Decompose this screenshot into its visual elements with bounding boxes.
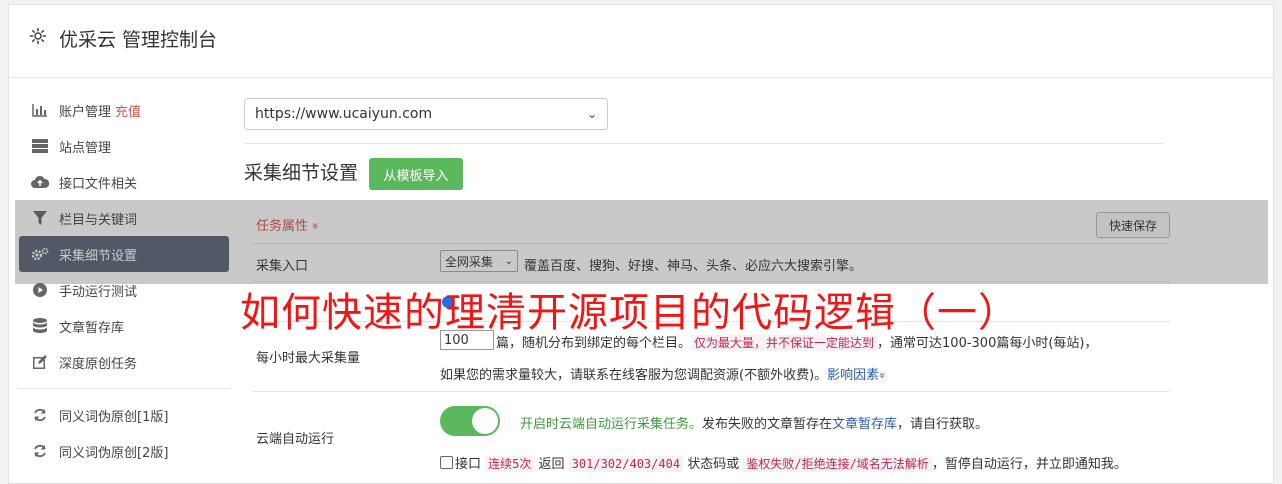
sidebar-item-deep-original[interactable]: 深度原创任务 — [19, 344, 229, 380]
pause-option: 接口 连续5次 返回 301/302/403/404 状态码或 鉴权失败/拒绝连… — [440, 453, 1127, 472]
article-title-overlay: 如何快速的理清开源项目的代码逻辑（一） — [240, 290, 1019, 336]
chevron-down-icon: » — [876, 372, 890, 379]
sidebar-item-sites[interactable]: 站点管理 — [19, 128, 229, 164]
sidebar-item-label: 深度原创任务 — [59, 356, 138, 372]
refresh-icon — [31, 407, 49, 423]
chevron-down-icon: ⌄ — [586, 107, 597, 121]
sidebar-item-label: 账户管理 — [59, 104, 112, 120]
impact-factors-link[interactable]: 影响因素» — [827, 368, 890, 383]
gear-icon — [29, 27, 47, 45]
server-icon — [31, 138, 49, 154]
sidebar-item-label: 站点管理 — [59, 140, 112, 156]
dim-overlay — [15, 200, 1268, 284]
recharge-link[interactable]: 充值 — [115, 101, 141, 120]
bar-chart-icon — [31, 102, 49, 118]
header: 优采云 管理控制台 — [9, 5, 1273, 78]
toggle-knob — [472, 408, 498, 434]
sidebar-item-synonym-v1[interactable]: 同义词伪原创[1版] — [19, 397, 229, 433]
pause-checkbox[interactable] — [440, 456, 453, 469]
cloud-upload-icon — [31, 174, 49, 190]
hourly-limit-label: 每小时最大采集量 — [256, 351, 361, 366]
divider — [244, 143, 1164, 144]
page-title: 优采云 管理控制台 — [59, 29, 218, 51]
sidebar-item-article-storage[interactable]: 文章暂存库 — [19, 308, 229, 344]
sidebar-item-account[interactable]: 账户管理 充值 — [19, 92, 229, 128]
database-icon — [31, 318, 49, 334]
article-storage-link[interactable]: 文章暂存库 — [832, 417, 897, 432]
site-select-value: https://www.ucaiyun.com — [255, 106, 433, 122]
sidebar-item-label: 文章暂存库 — [59, 320, 125, 336]
cloud-run-toggle[interactable] — [440, 406, 500, 436]
sidebar-item-interface-files[interactable]: 接口文件相关 — [19, 164, 229, 200]
edit-icon — [31, 354, 49, 370]
hourly-limit-contact: 如果您的需求量较大，请联系在线客服为您调配资源(不额外收费)。影响因素» — [440, 368, 890, 383]
cloud-run-row: 云端自动运行 开启时云端自动运行采集任务。发布失败的文章暂存在文章暂存库，请自行… — [252, 391, 1170, 482]
cloud-run-desc: 开启时云端自动运行采集任务。发布失败的文章暂存在文章暂存库，请自行获取。 — [520, 417, 989, 432]
sidebar-item-label: 同义词伪原创[1版] — [59, 409, 169, 425]
import-template-button[interactable]: 从模板导入 — [369, 158, 463, 190]
sidebar-item-label: 接口文件相关 — [59, 176, 138, 192]
sidebar-item-label: 同义词伪原创[2版] — [59, 445, 169, 461]
section-title: 采集细节设置 — [244, 162, 359, 184]
cloud-run-label: 云端自动运行 — [256, 432, 335, 447]
site-select[interactable]: https://www.ucaiyun.com ⌄ — [244, 98, 608, 130]
play-circle-icon — [31, 282, 49, 298]
sidebar-divider — [19, 388, 229, 389]
sidebar-item-synonym-v2[interactable]: 同义词伪原创[2版] — [19, 433, 229, 469]
refresh-icon — [31, 443, 49, 459]
